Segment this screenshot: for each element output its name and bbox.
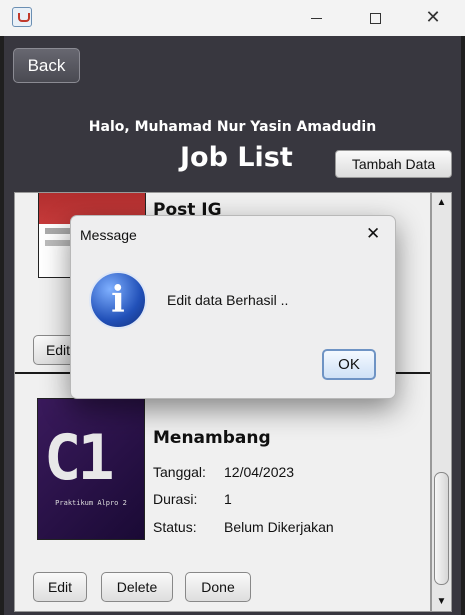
close-icon: ✕ bbox=[425, 7, 441, 28]
maximize-icon bbox=[369, 12, 381, 24]
job-title: Menambang bbox=[153, 428, 271, 448]
close-window-button[interactable]: ✕ bbox=[410, 0, 456, 36]
ok-button[interactable]: OK bbox=[322, 349, 376, 380]
dialog-message: Edit data Berhasil .. bbox=[167, 292, 289, 308]
field-value: 12/04/2023 bbox=[224, 464, 295, 480]
minimize-icon bbox=[310, 17, 322, 19]
field-value: Belum Dikerjakan bbox=[224, 519, 334, 535]
delete-button[interactable]: Delete bbox=[101, 572, 173, 602]
back-button[interactable]: Back bbox=[13, 48, 80, 83]
minimize-button[interactable] bbox=[293, 0, 339, 36]
field-label: Status: bbox=[153, 519, 197, 535]
dialog-title: Message bbox=[80, 227, 137, 243]
message-dialog: Message ✕ i Edit data Berhasil .. OK bbox=[70, 215, 396, 399]
edit-button[interactable]: Edit bbox=[33, 572, 87, 602]
scrollbar-thumb[interactable] bbox=[434, 472, 449, 585]
thumbnail-subtitle: Praktikum Alpro 2 bbox=[55, 499, 127, 507]
maximize-button[interactable] bbox=[352, 0, 398, 36]
dialog-close-icon[interactable]: ✕ bbox=[366, 224, 380, 244]
scroll-down-icon[interactable]: ▼ bbox=[434, 594, 449, 609]
info-icon: i bbox=[89, 271, 147, 329]
java-icon bbox=[12, 7, 32, 27]
page-title: Job List bbox=[180, 142, 293, 173]
field-durasi: Durasi: 1 bbox=[153, 491, 232, 507]
done-button[interactable]: Done bbox=[185, 572, 251, 602]
job-card: C1 Praktikum Alpro 2 Menambang Tanggal: … bbox=[15, 376, 430, 611]
list-scrollbar[interactable]: ▲ ▼ bbox=[431, 192, 452, 612]
field-label: Tanggal: bbox=[153, 464, 206, 480]
field-label: Durasi: bbox=[153, 491, 198, 507]
window-titlebar: ✕ bbox=[0, 0, 465, 36]
thumbnail-title: C1 bbox=[44, 421, 115, 494]
field-value: 1 bbox=[224, 491, 232, 507]
scroll-up-icon[interactable]: ▲ bbox=[434, 195, 449, 210]
add-data-button[interactable]: Tambah Data bbox=[335, 150, 452, 178]
field-status: Status: Belum Dikerjakan bbox=[153, 519, 334, 535]
job-thumbnail: C1 Praktikum Alpro 2 bbox=[37, 398, 145, 540]
field-tanggal: Tanggal: 12/04/2023 bbox=[153, 464, 294, 480]
greeting-text: Halo, Muhamad Nur Yasin Amadudin bbox=[88, 119, 377, 135]
